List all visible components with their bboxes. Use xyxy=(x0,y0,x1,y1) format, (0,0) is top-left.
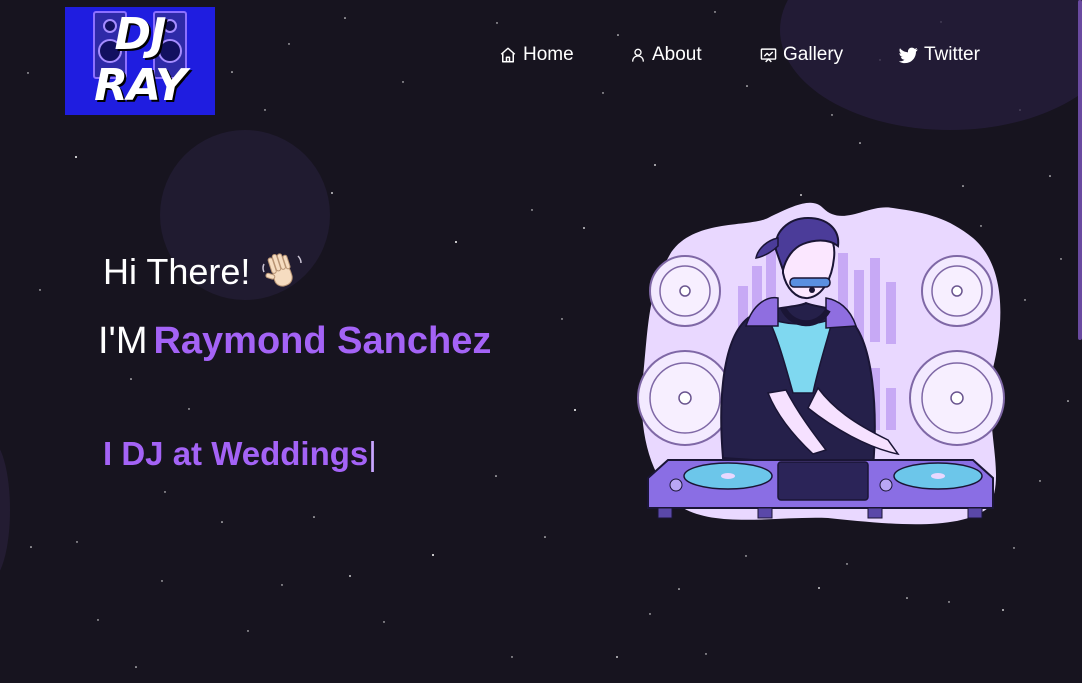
name-heading: I'M Raymond Sanchez xyxy=(98,320,491,363)
twitter-icon xyxy=(899,47,918,63)
full-name: Raymond Sanchez xyxy=(153,320,492,362)
nav-home[interactable]: Home xyxy=(499,44,574,66)
dj-ray-logo[interactable]: DJ RAY xyxy=(65,7,215,115)
greeting-text: Hi There! xyxy=(103,251,251,292)
nav-twitter-label: Twitter xyxy=(924,44,980,65)
name-prefix: I'M xyxy=(98,320,148,362)
typed-text: I DJ at Weddings xyxy=(103,435,369,472)
home-icon xyxy=(500,47,516,63)
nav-home-label: Home xyxy=(523,44,574,65)
user-icon xyxy=(632,48,644,62)
gallery-icon xyxy=(760,47,777,62)
dj-illustration xyxy=(637,202,1005,525)
nav-about-label: About xyxy=(652,44,702,65)
typewriter-text: I DJ at Weddings| xyxy=(103,435,377,473)
nav-twitter[interactable]: Twitter xyxy=(899,44,980,66)
greeting-heading: Hi There! xyxy=(103,250,304,294)
nav-about[interactable]: About xyxy=(630,44,702,66)
logo-text: DJ RAY xyxy=(94,9,187,111)
typing-cursor: | xyxy=(368,435,377,472)
waving-hand-icon xyxy=(262,253,303,287)
page-scrollbar[interactable] xyxy=(1078,0,1082,340)
nav-gallery[interactable]: Gallery xyxy=(760,44,843,66)
nav-gallery-label: Gallery xyxy=(783,44,844,65)
